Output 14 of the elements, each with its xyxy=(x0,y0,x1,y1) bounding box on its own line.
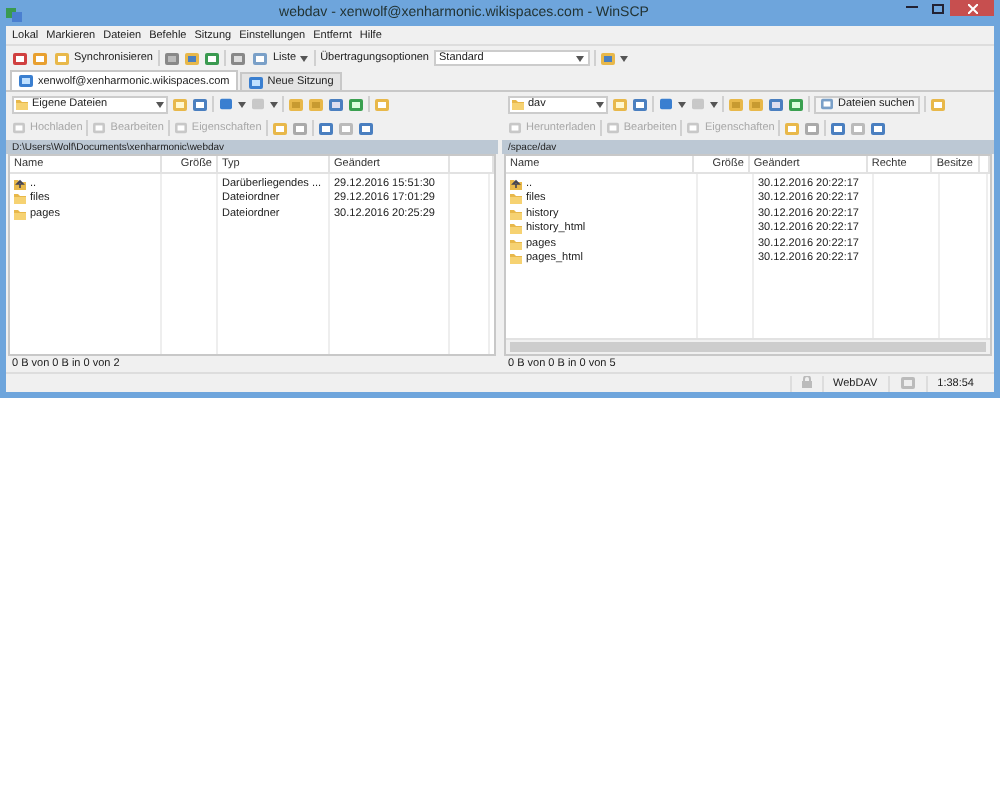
caret-icon[interactable] xyxy=(156,101,164,107)
folder-icon xyxy=(512,98,524,110)
horizontal-scrollbar[interactable] xyxy=(506,338,990,354)
caret-icon[interactable] xyxy=(238,101,246,107)
caret-icon[interactable] xyxy=(300,55,309,61)
caret-icon[interactable] xyxy=(619,55,627,61)
folder-icon xyxy=(16,98,28,110)
close-icon[interactable] xyxy=(950,0,994,16)
app-icon xyxy=(6,5,22,21)
caret-icon[interactable] xyxy=(575,55,583,61)
caret-icon[interactable] xyxy=(710,101,718,107)
caret-icon[interactable] xyxy=(678,101,686,107)
caret-icon[interactable] xyxy=(596,101,604,107)
caret-icon[interactable] xyxy=(270,101,278,107)
